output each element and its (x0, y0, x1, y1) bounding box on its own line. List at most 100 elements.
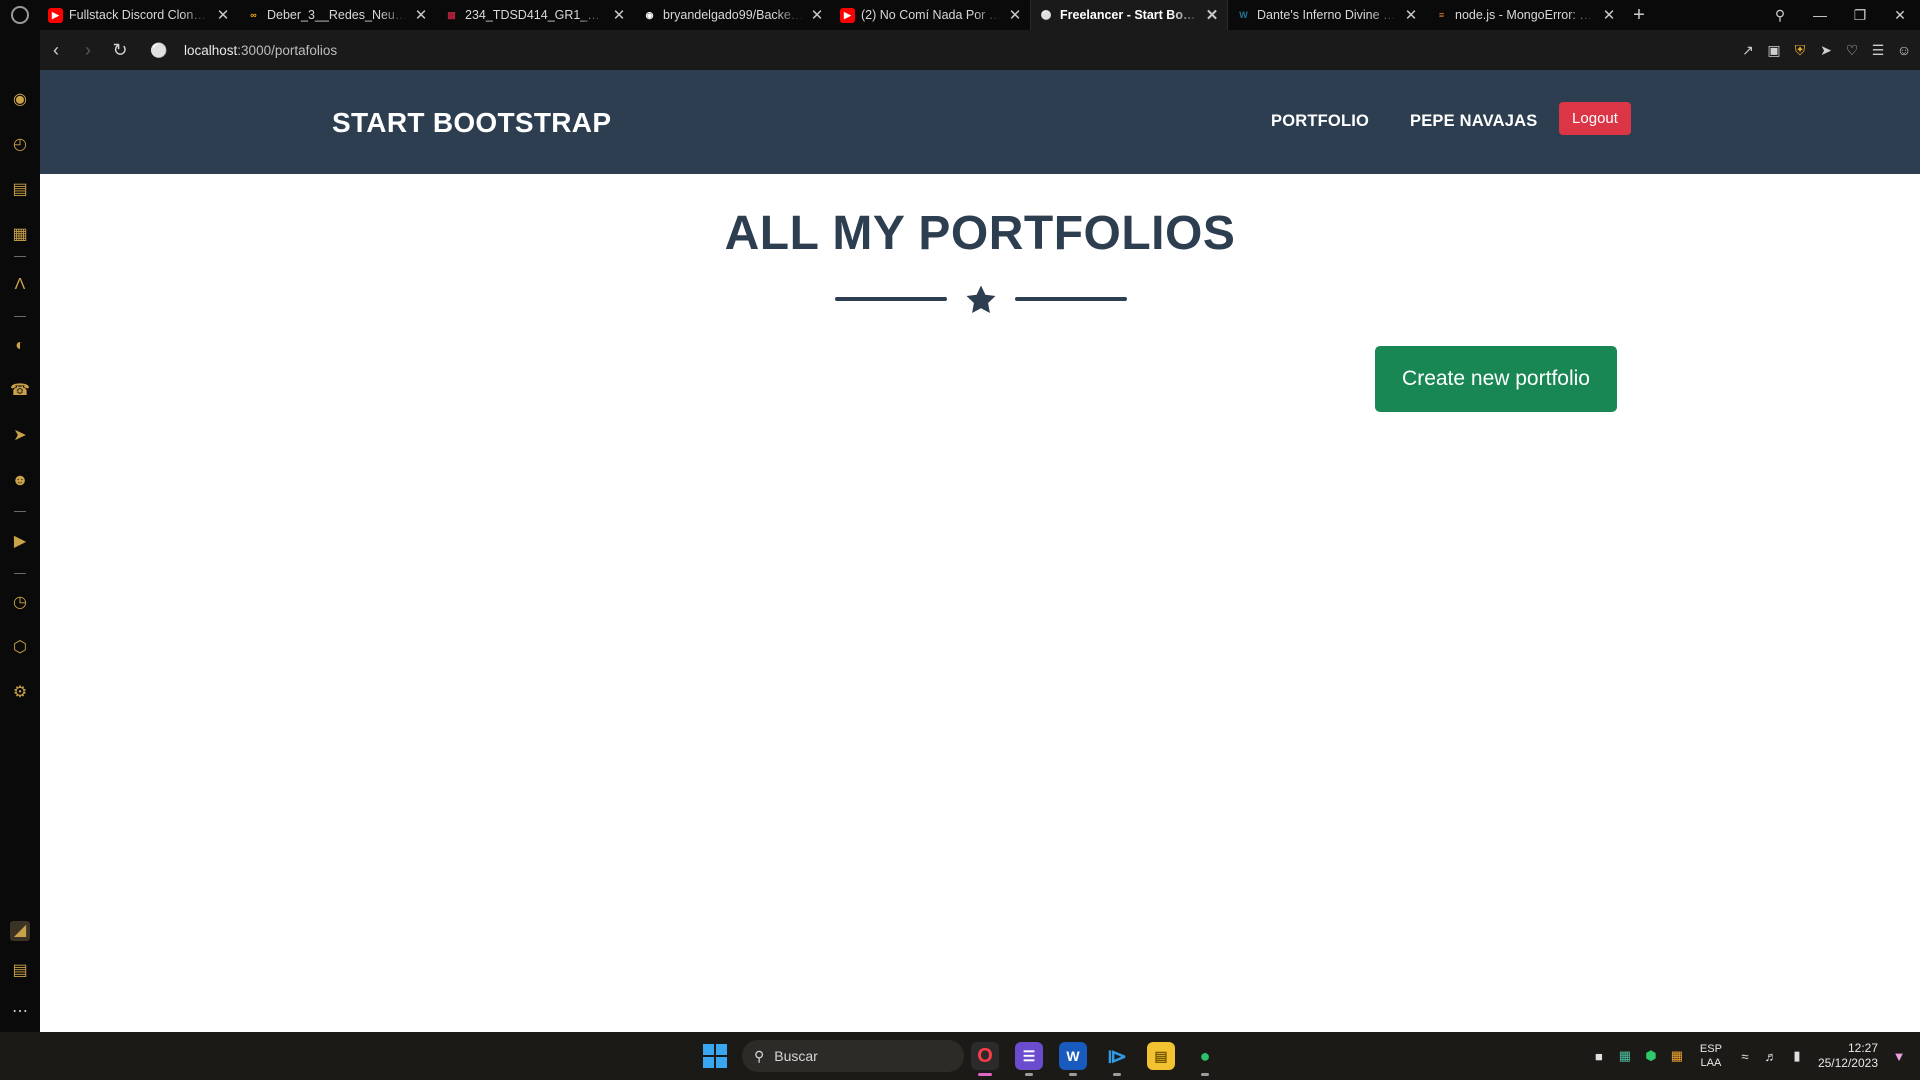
new-tab-button[interactable]: + (1624, 4, 1654, 27)
gx-controller-icon[interactable]: ◉ (10, 90, 30, 110)
profile-icon[interactable]: ☺ (1896, 42, 1912, 59)
taskbar-search-box[interactable]: ⚲ Buscar (742, 1040, 964, 1072)
calculator-icon[interactable]: ▦ (10, 225, 30, 245)
browser-tab[interactable]: ∞ Deber_3__Redes_Neuronale ✕ (238, 0, 436, 30)
snapshot-icon[interactable]: ▣ (1766, 42, 1782, 59)
close-tab-icon[interactable]: ✕ (1404, 6, 1418, 24)
stackoverflow-icon: ≡ (1438, 10, 1445, 20)
tab-search-icon[interactable]: ⚲ (1760, 7, 1800, 24)
tab-title: 234_TDSD414_GR1_2023-2 (465, 8, 606, 22)
reload-button[interactable]: ↻ (104, 40, 136, 61)
minimize-button[interactable]: — (1800, 7, 1840, 23)
tab-title: (2) No Comí Nada Por 30 D (861, 8, 1002, 22)
favorites-heart-icon[interactable]: ♡ (1844, 42, 1860, 59)
tab-title: bryandelgado99/Backend- (663, 8, 804, 22)
tab-title: node.js - MongoError: conn (1455, 8, 1596, 22)
forward-button[interactable]: › (72, 40, 104, 61)
sidebar-separator (14, 511, 26, 512)
opera-menu-icon[interactable] (0, 0, 40, 30)
close-tab-icon[interactable]: ✕ (1205, 6, 1219, 24)
youtube-icon: ▶ (840, 7, 855, 23)
close-tab-icon[interactable]: ✕ (216, 6, 230, 24)
tab-title: Freelancer - Start Bootstrap (1060, 8, 1199, 22)
taskbar-opera-gx-icon[interactable]: O (971, 1042, 999, 1076)
logout-button[interactable]: Logout (1559, 102, 1631, 135)
clock-date: 25/12/2023 (1817, 1056, 1878, 1070)
back-button[interactable]: ‹ (40, 40, 72, 61)
taskbar-vscode-icon[interactable]: ⧐ (1103, 1042, 1131, 1076)
telegram-icon[interactable]: ➤ (10, 426, 30, 446)
tray-green-app-icon[interactable]: ⬢ (1638, 1048, 1664, 1064)
adblock-shield-icon[interactable]: ⛨ (1792, 42, 1808, 59)
browser-tab[interactable]: ≡ node.js - MongoError: conn ✕ (1426, 0, 1624, 30)
easy-setup-icon[interactable]: ☰ (1870, 42, 1886, 59)
taskbar-word-icon[interactable]: W (1059, 1042, 1087, 1076)
wordpress-icon: W (1239, 10, 1248, 20)
close-window-button[interactable]: ✕ (1880, 7, 1920, 24)
youtube-icon: ▶ (48, 7, 63, 23)
messenger-icon[interactable]: ◐ (10, 336, 30, 356)
close-tab-icon[interactable]: ✕ (810, 6, 824, 24)
close-tab-icon[interactable]: ✕ (1008, 6, 1022, 24)
tab-title: Dante's Inferno Divine Editi (1257, 8, 1398, 22)
browser-tab-bar: ▶ Fullstack Discord Clone: Ne ✕ ∞ Deber_3__R… (0, 0, 1920, 30)
aria-icon[interactable]: Λ (10, 275, 30, 295)
volume-icon[interactable]: ♬ (1758, 1049, 1784, 1064)
browser-tab[interactable]: ⚪ Freelancer - Start Bootstrap ✕ (1030, 0, 1228, 30)
school-icon: ▦ (447, 9, 456, 20)
create-portfolio-button[interactable]: Create new portfolio (1375, 346, 1617, 412)
site-info-icon[interactable]: ⚪ (144, 42, 174, 59)
star-divider (835, 283, 1127, 314)
tab-title: Deber_3__Redes_Neuronale (267, 8, 408, 22)
browser-tab[interactable]: W Dante's Inferno Divine Editi ✕ (1228, 0, 1426, 30)
browser-tab[interactable]: ▦ 234_TDSD414_GR1_2023-2 ✕ (436, 0, 634, 30)
notification-bell-icon[interactable]: ▼ (1886, 1049, 1912, 1064)
page-title: ALL MY PORTFOLIOS (724, 207, 1236, 260)
battery-icon[interactable]: ▮ (1784, 1048, 1810, 1064)
browser-tab[interactable]: ▶ (2) No Comí Nada Por 30 D ✕ (832, 0, 1030, 30)
url-field[interactable]: localhost:3000/portafolios (184, 43, 337, 58)
browser-tab[interactable]: ◉ bryandelgado99/Backend- ✕ (634, 0, 832, 30)
sidebar-separator (14, 573, 26, 574)
system-clock[interactable]: 12:27 25/12/2023 (1818, 1041, 1878, 1071)
clock-time: 12:27 (1847, 1041, 1878, 1055)
history-clock-icon[interactable]: ◷ (10, 593, 30, 613)
site-brand[interactable]: START BOOTSTRAP (332, 107, 611, 139)
input-language-indicator[interactable]: ESP LAA (1700, 1042, 1722, 1070)
discord-icon[interactable]: ☻ (10, 471, 30, 491)
gallery-icon[interactable]: ▤ (10, 961, 30, 981)
taskbar-file-explorer-icon[interactable]: ▤ (1147, 1042, 1175, 1070)
settings-gear-icon[interactable]: ⚙ (10, 683, 30, 703)
send-icon[interactable]: ➤ (1818, 42, 1834, 59)
divider-line-right (1015, 297, 1127, 301)
tray-app-icon[interactable]: ■ (1586, 1049, 1612, 1064)
restore-button[interactable]: ❐ (1840, 7, 1880, 24)
taskbar-notes-app-icon[interactable]: ☰ (1015, 1042, 1043, 1076)
address-bar: ‹ › ↻ ⚪ localhost:3000/portafolios ↗ ▣ ⛨… (40, 30, 1920, 70)
windows-taskbar: ⚲ Buscar O ☰ W ⧐ ▤ ● ■ ▦ ⬢ ▦ ESP LAA ≈ ♬… (0, 1032, 1920, 1080)
extensions-cube-icon[interactable]: ⬡ (10, 638, 30, 658)
close-tab-icon[interactable]: ✕ (1602, 6, 1616, 24)
nav-link-portfolio[interactable]: PORTFOLIO (1271, 112, 1369, 131)
wifi-icon[interactable]: ≈ (1732, 1049, 1758, 1064)
url-host: localhost (184, 42, 238, 58)
whatsapp-icon[interactable]: ☎ (10, 381, 30, 401)
share-icon[interactable]: ↗ (1740, 42, 1756, 59)
system-tray: ■ ▦ ⬢ ▦ ESP LAA ≈ ♬ ▮ 12:27 25/12/2023 ▼ (1586, 1032, 1920, 1080)
windows-start-icon[interactable] (703, 1044, 727, 1068)
tray-orange-app-icon[interactable]: ▦ (1664, 1048, 1690, 1064)
close-tab-icon[interactable]: ✕ (612, 6, 626, 24)
tab-title: Fullstack Discord Clone: Ne (69, 8, 210, 22)
shopping-bag-icon[interactable]: ▤ (10, 180, 30, 200)
player-icon[interactable]: ▶ (10, 532, 30, 552)
taskbar-mongodb-compass-icon[interactable]: ● (1191, 1042, 1219, 1076)
browser-sidebar: ◉ ◴ ▤ ▦ Λ ◐ ☎ ➤ ☻ ▶ ◷ ⬡ ⚙ ◢ ▤ ⋯ (0, 30, 40, 1032)
more-options-icon[interactable]: ⋯ (10, 1002, 30, 1022)
close-tab-icon[interactable]: ✕ (414, 6, 428, 24)
colab-icon: ∞ (250, 10, 257, 20)
nav-link-user[interactable]: PEPE NAVAJAS (1410, 112, 1537, 131)
wallpaper-icon[interactable]: ◢ (10, 921, 30, 941)
speed-dial-icon[interactable]: ◴ (10, 135, 30, 155)
tray-grid-icon[interactable]: ▦ (1612, 1048, 1638, 1064)
browser-tab[interactable]: ▶ Fullstack Discord Clone: Ne ✕ (40, 0, 238, 30)
